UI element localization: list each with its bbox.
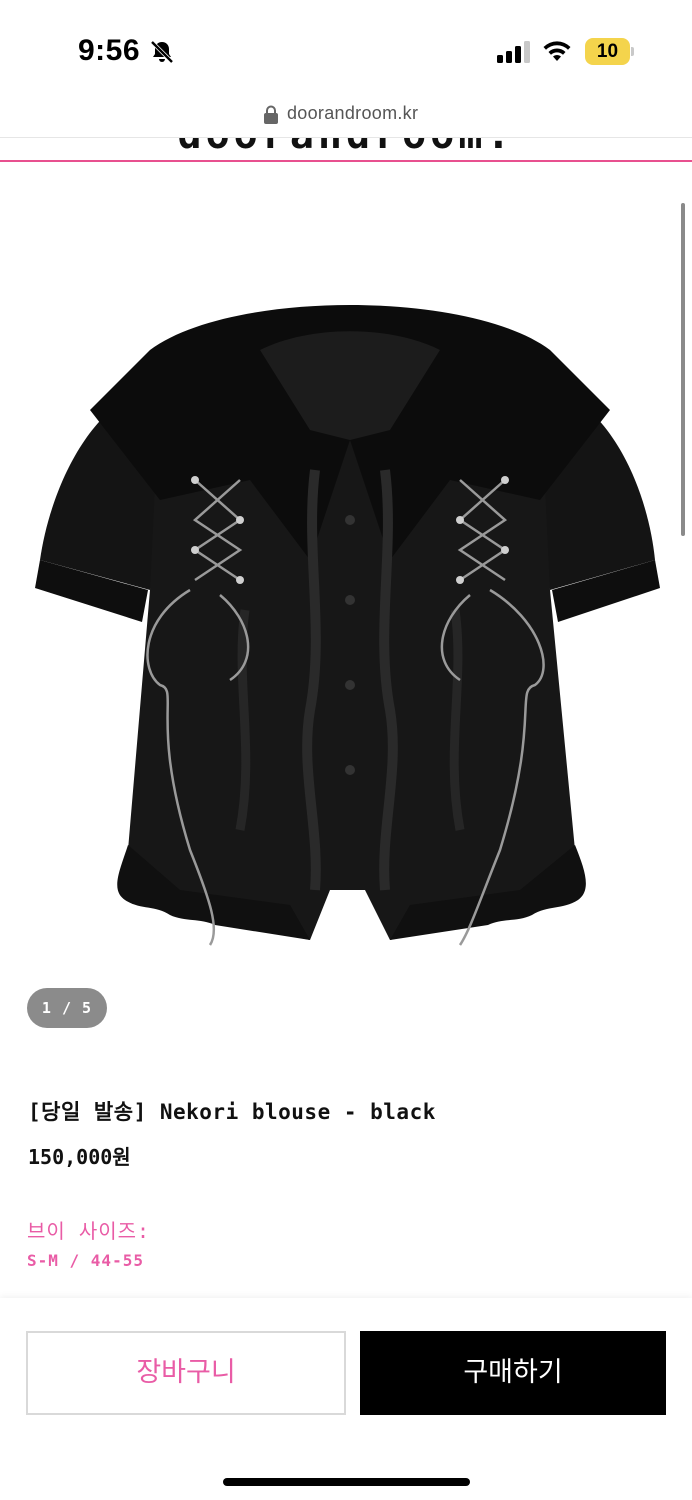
image-pager: 1 / 5 — [27, 988, 107, 1028]
product-title: [당일 발송] Nekori blouse - black — [28, 1100, 436, 1124]
buy-now-button[interactable]: 구매하기 — [360, 1331, 666, 1415]
url-text[interactable]: doorandroom.kr — [287, 103, 418, 124]
size-value: S-M / 44-55 — [27, 1251, 144, 1270]
product-price: 150,000원 — [28, 1145, 131, 1169]
add-to-cart-button[interactable]: 장바구니 — [26, 1331, 346, 1415]
status-bar: 9:56 10 — [0, 0, 692, 100]
size-heading: 브이 사이즈: — [27, 1219, 151, 1243]
cellular-signal-icon — [497, 41, 530, 63]
lock-icon — [264, 105, 278, 124]
battery-icon: 10 — [585, 38, 635, 65]
page-scrollbar[interactable] — [681, 203, 685, 536]
status-time: 9:56 — [78, 34, 141, 67]
bell-slash-icon — [150, 40, 174, 64]
wifi-icon — [543, 41, 571, 61]
action-bar: 장바구니 구매하기 — [0, 1298, 692, 1500]
header-divider — [0, 160, 692, 162]
product-image[interactable] — [30, 290, 670, 960]
url-bar[interactable]: doorandroom.kr — [0, 100, 692, 138]
battery-cap — [631, 47, 634, 56]
site-logo-text[interactable]: doorandroom. — [0, 138, 692, 158]
home-indicator[interactable] — [223, 1478, 470, 1486]
site-logo[interactable]: doorandroom. — [0, 138, 692, 160]
battery-level: 10 — [596, 41, 619, 62]
